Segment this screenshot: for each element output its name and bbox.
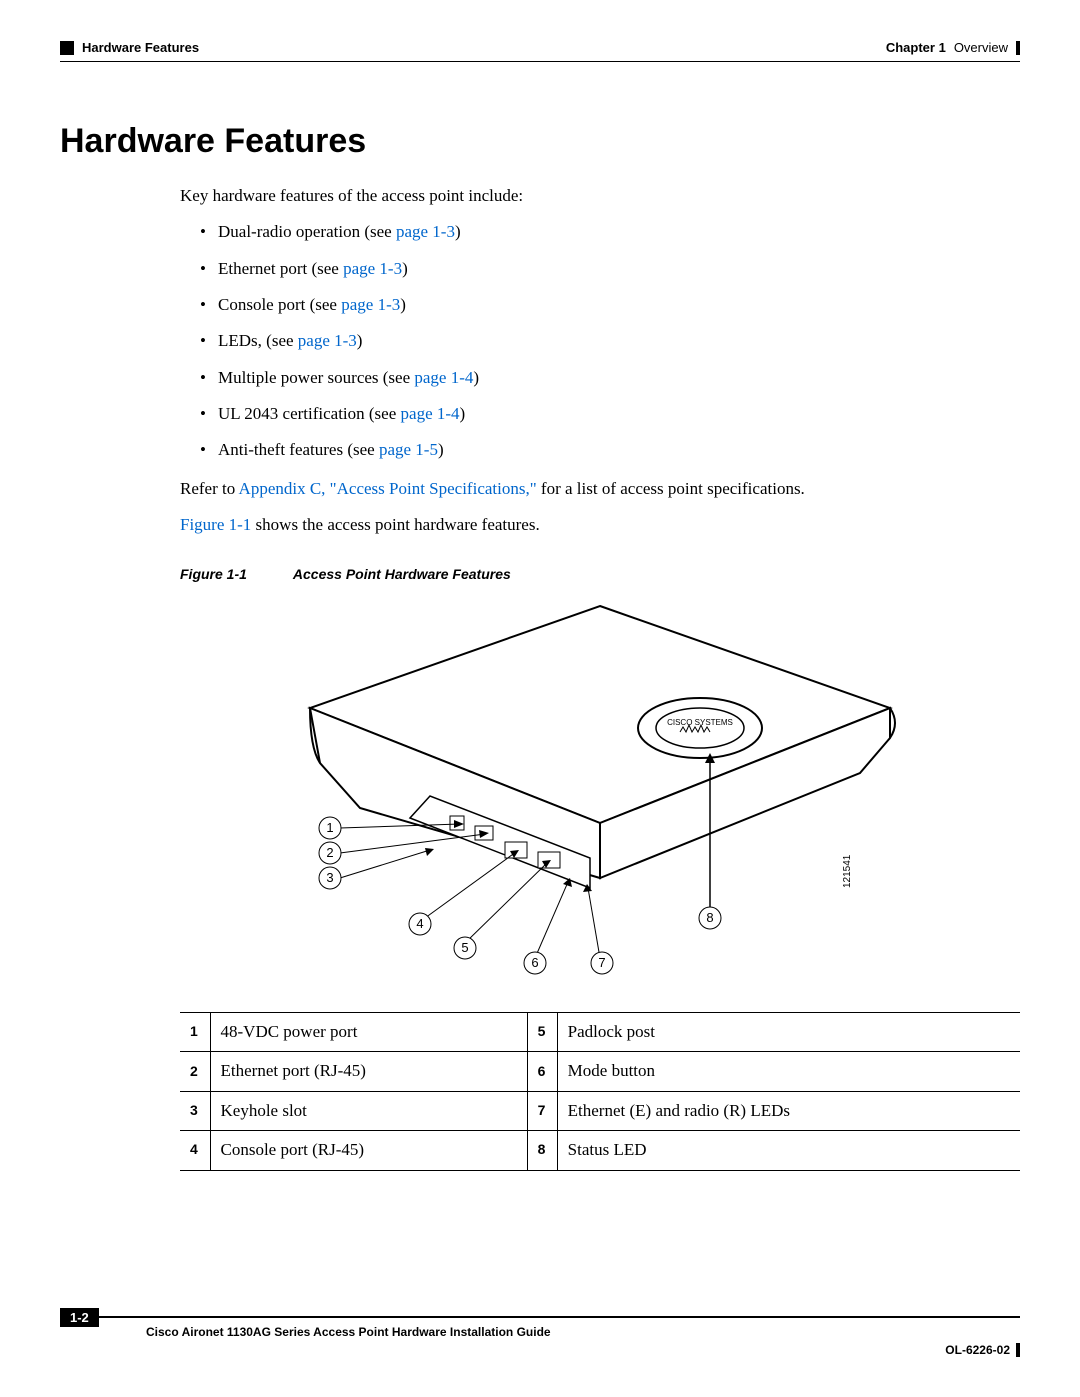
page-link[interactable]: page 1-4 xyxy=(401,404,460,423)
table-row: 4 Console port (RJ-45) 8 Status LED xyxy=(180,1131,1020,1170)
page-link[interactable]: page 1-3 xyxy=(343,259,402,278)
chapter-title: Overview xyxy=(954,40,1008,55)
breadcrumb: Hardware Features xyxy=(82,40,199,55)
feature-list: Dual-radio operation (see page 1-3) Ethe… xyxy=(200,219,1020,463)
list-item: Dual-radio operation (see page 1-3) xyxy=(200,219,1020,245)
svg-text:7: 7 xyxy=(598,955,605,970)
table-row: 1 48-VDC power port 5 Padlock post xyxy=(180,1013,1020,1052)
diagram-id: 121541 xyxy=(842,854,853,888)
svg-text:6: 6 xyxy=(531,955,538,970)
list-item: Multiple power sources (see page 1-4) xyxy=(200,365,1020,391)
refer-text: Refer to Appendix C, "Access Point Speci… xyxy=(180,476,1020,502)
intro-text: Key hardware features of the access poin… xyxy=(180,183,1020,209)
page-link[interactable]: page 1-3 xyxy=(396,222,455,241)
svg-text:4: 4 xyxy=(416,916,423,931)
doc-id: OL-6226-02 xyxy=(945,1343,1010,1357)
list-item: Console port (see page 1-3) xyxy=(200,292,1020,318)
guide-title: Cisco Aironet 1130AG Series Access Point… xyxy=(130,1325,1020,1339)
list-item: UL 2043 certification (see page 1-4) xyxy=(200,401,1020,427)
table-row: 2 Ethernet port (RJ-45) 6 Mode button xyxy=(180,1052,1020,1091)
page-link[interactable]: page 1-5 xyxy=(379,440,438,459)
list-item: Ethernet port (see page 1-3) xyxy=(200,256,1020,282)
brand-text: CISCO SYSTEMS xyxy=(667,718,733,727)
appendix-link[interactable]: Appendix C, "Access Point Specifications… xyxy=(239,479,537,498)
svg-text:2: 2 xyxy=(326,845,333,860)
chapter-label: Chapter 1 xyxy=(886,40,946,55)
list-item: LEDs, (see page 1-3) xyxy=(200,328,1020,354)
hardware-diagram: CISCO SYSTEMS xyxy=(180,598,1020,988)
footer-bar-icon xyxy=(1016,1343,1020,1357)
header-bar-icon xyxy=(1016,41,1020,55)
table-row: 3 Keyhole slot 7 Ethernet (E) and radio … xyxy=(180,1091,1020,1130)
page-footer: 1-2 Cisco Aironet 1130AG Series Access P… xyxy=(60,1308,1020,1357)
svg-text:8: 8 xyxy=(706,910,713,925)
page-link[interactable]: page 1-3 xyxy=(298,331,357,350)
svg-text:1: 1 xyxy=(326,820,333,835)
list-item: Anti-theft features (see page 1-5) xyxy=(200,437,1020,463)
header-rule xyxy=(60,61,1020,62)
figure-link[interactable]: Figure 1-1 xyxy=(180,515,251,534)
page-link[interactable]: page 1-3 xyxy=(341,295,400,314)
header-marker-icon xyxy=(60,41,74,55)
figure-ref-text: Figure 1-1 shows the access point hardwa… xyxy=(180,512,1020,538)
page-number: 1-2 xyxy=(60,1308,99,1327)
svg-text:5: 5 xyxy=(461,940,468,955)
legend-table: 1 48-VDC power port 5 Padlock post 2 Eth… xyxy=(180,1012,1020,1170)
svg-text:3: 3 xyxy=(326,870,333,885)
figure-caption: Figure 1-1Access Point Hardware Features xyxy=(180,564,1020,586)
section-heading: Hardware Features xyxy=(60,122,1020,161)
access-point-illustration-icon: CISCO SYSTEMS xyxy=(280,598,920,988)
page-header: Hardware Features Chapter 1 Overview xyxy=(60,40,1020,55)
page-link[interactable]: page 1-4 xyxy=(414,368,473,387)
